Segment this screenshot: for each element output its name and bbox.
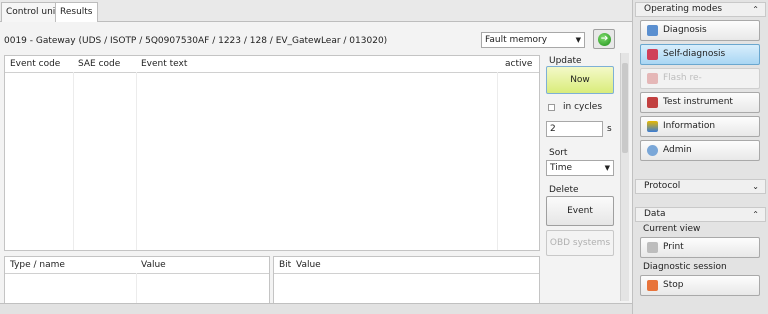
- sort-group-title: Sort: [549, 148, 568, 158]
- tab-results[interactable]: Results: [55, 2, 98, 22]
- mode-information-label: Information: [663, 121, 716, 131]
- delete-obd-systems-button[interactable]: OBD systems: [546, 230, 614, 256]
- column-header-type-name[interactable]: Type / name: [10, 260, 65, 270]
- mode-diagnosis-label: Diagnosis: [663, 25, 707, 35]
- scrollbar-thumb[interactable]: [622, 63, 628, 153]
- protocol-header[interactable]: Protocol ⌄: [635, 179, 766, 194]
- cycle-interval-input[interactable]: 2: [546, 121, 603, 137]
- delete-event-memory-button[interactable]: Event memory: [546, 196, 614, 244]
- data-header[interactable]: Data ⌃: [635, 207, 766, 222]
- information-icon: [647, 121, 658, 132]
- update-now-label: Now: [570, 75, 590, 85]
- stop-button[interactable]: Stop: [640, 275, 760, 296]
- chevron-down-icon: ▼: [575, 36, 581, 44]
- delete-group-title: Delete: [549, 185, 579, 195]
- mode-self-diagnosis-label: Self-diagnosis: [663, 49, 726, 59]
- stop-label: Stop: [663, 280, 684, 290]
- fault-memory-table: Event code SAE code Event text active: [4, 55, 540, 251]
- print-label: Print: [663, 242, 684, 252]
- test-instrument-icon: [647, 97, 658, 108]
- flash-icon: [647, 73, 658, 84]
- interval-unit-label: s: [607, 124, 612, 134]
- mode-test-instrument-label: Test instrument: [663, 97, 733, 107]
- update-now-button[interactable]: Now: [546, 66, 614, 94]
- diagnostic-session-title: Diagnostic session: [643, 262, 727, 272]
- mode-test-instrument-button[interactable]: Test instrument: [640, 92, 760, 113]
- column-header-active[interactable]: active: [505, 59, 532, 69]
- column-header-bit[interactable]: Bit: [279, 260, 291, 270]
- stop-icon: [647, 280, 658, 291]
- data-title: Data: [644, 209, 666, 219]
- view-select[interactable]: Fault memory ▼: [481, 32, 585, 48]
- operating-modes-title: Operating modes: [644, 4, 723, 14]
- mode-diagnosis-button[interactable]: Diagnosis: [640, 20, 760, 41]
- mode-self-diagnosis-button[interactable]: Self-diagnosis: [640, 44, 760, 65]
- go-button[interactable]: ➔: [593, 29, 615, 49]
- update-group-title: Update: [549, 56, 582, 66]
- admin-icon: [647, 145, 658, 156]
- mode-information-button[interactable]: Information: [640, 116, 760, 137]
- sort-select[interactable]: Time ▼: [546, 160, 614, 176]
- sort-select-value: Time: [550, 163, 573, 173]
- diagnosis-icon: [647, 25, 658, 36]
- in-cycles-label: in cycles: [563, 102, 603, 112]
- column-divider: [73, 72, 74, 250]
- mode-admin-label: Admin: [663, 145, 692, 155]
- chevron-up-icon: ⌃: [752, 5, 759, 14]
- fault-table-header: Event code SAE code Event text active: [5, 56, 539, 73]
- chevron-down-icon: ⌄: [752, 182, 759, 191]
- mode-flash-button[interactable]: Flash re-programming: [640, 68, 760, 102]
- bit-values-table: Bit Value: [273, 256, 540, 304]
- column-header-sae-code[interactable]: SAE code: [78, 59, 120, 69]
- current-view-title: Current view: [643, 224, 701, 234]
- obd-systems-label: OBD systems: [549, 238, 611, 248]
- chevron-down-icon: ▼: [604, 164, 610, 172]
- column-divider: [136, 273, 137, 303]
- mode-admin-button[interactable]: Admin: [640, 140, 760, 161]
- column-header-bit-value[interactable]: Value: [296, 260, 321, 270]
- self-diagnosis-icon: [647, 49, 658, 60]
- column-header-event-text[interactable]: Event text: [141, 59, 187, 69]
- bit-values-header: Bit Value: [274, 257, 539, 274]
- status-bar: [0, 303, 632, 314]
- column-header-value[interactable]: Value: [141, 260, 166, 270]
- ecu-title: 0019 - Gateway (UDS / ISOTP / 5Q0907530A…: [4, 36, 388, 46]
- in-cycles-checkbox[interactable]: [548, 104, 555, 111]
- measured-values-table: Type / name Value: [4, 256, 270, 304]
- chevron-up-icon: ⌃: [752, 210, 759, 219]
- view-select-value: Fault memory: [485, 35, 548, 45]
- print-button[interactable]: Print: [640, 237, 760, 258]
- operating-modes-header[interactable]: Operating modes ⌃: [635, 2, 766, 17]
- column-divider: [497, 72, 498, 250]
- tab-bar: Control units Results: [0, 0, 632, 22]
- column-header-event-code[interactable]: Event code: [10, 59, 60, 69]
- main-scrollbar[interactable]: [620, 53, 629, 301]
- right-panel: Operating modes ⌃ Diagnosis Self-diagnos…: [632, 0, 768, 314]
- column-divider: [136, 72, 137, 250]
- protocol-title: Protocol: [644, 181, 681, 191]
- measured-values-header: Type / name Value: [5, 257, 269, 274]
- arrow-right-icon: ➔: [598, 33, 611, 46]
- printer-icon: [647, 242, 658, 253]
